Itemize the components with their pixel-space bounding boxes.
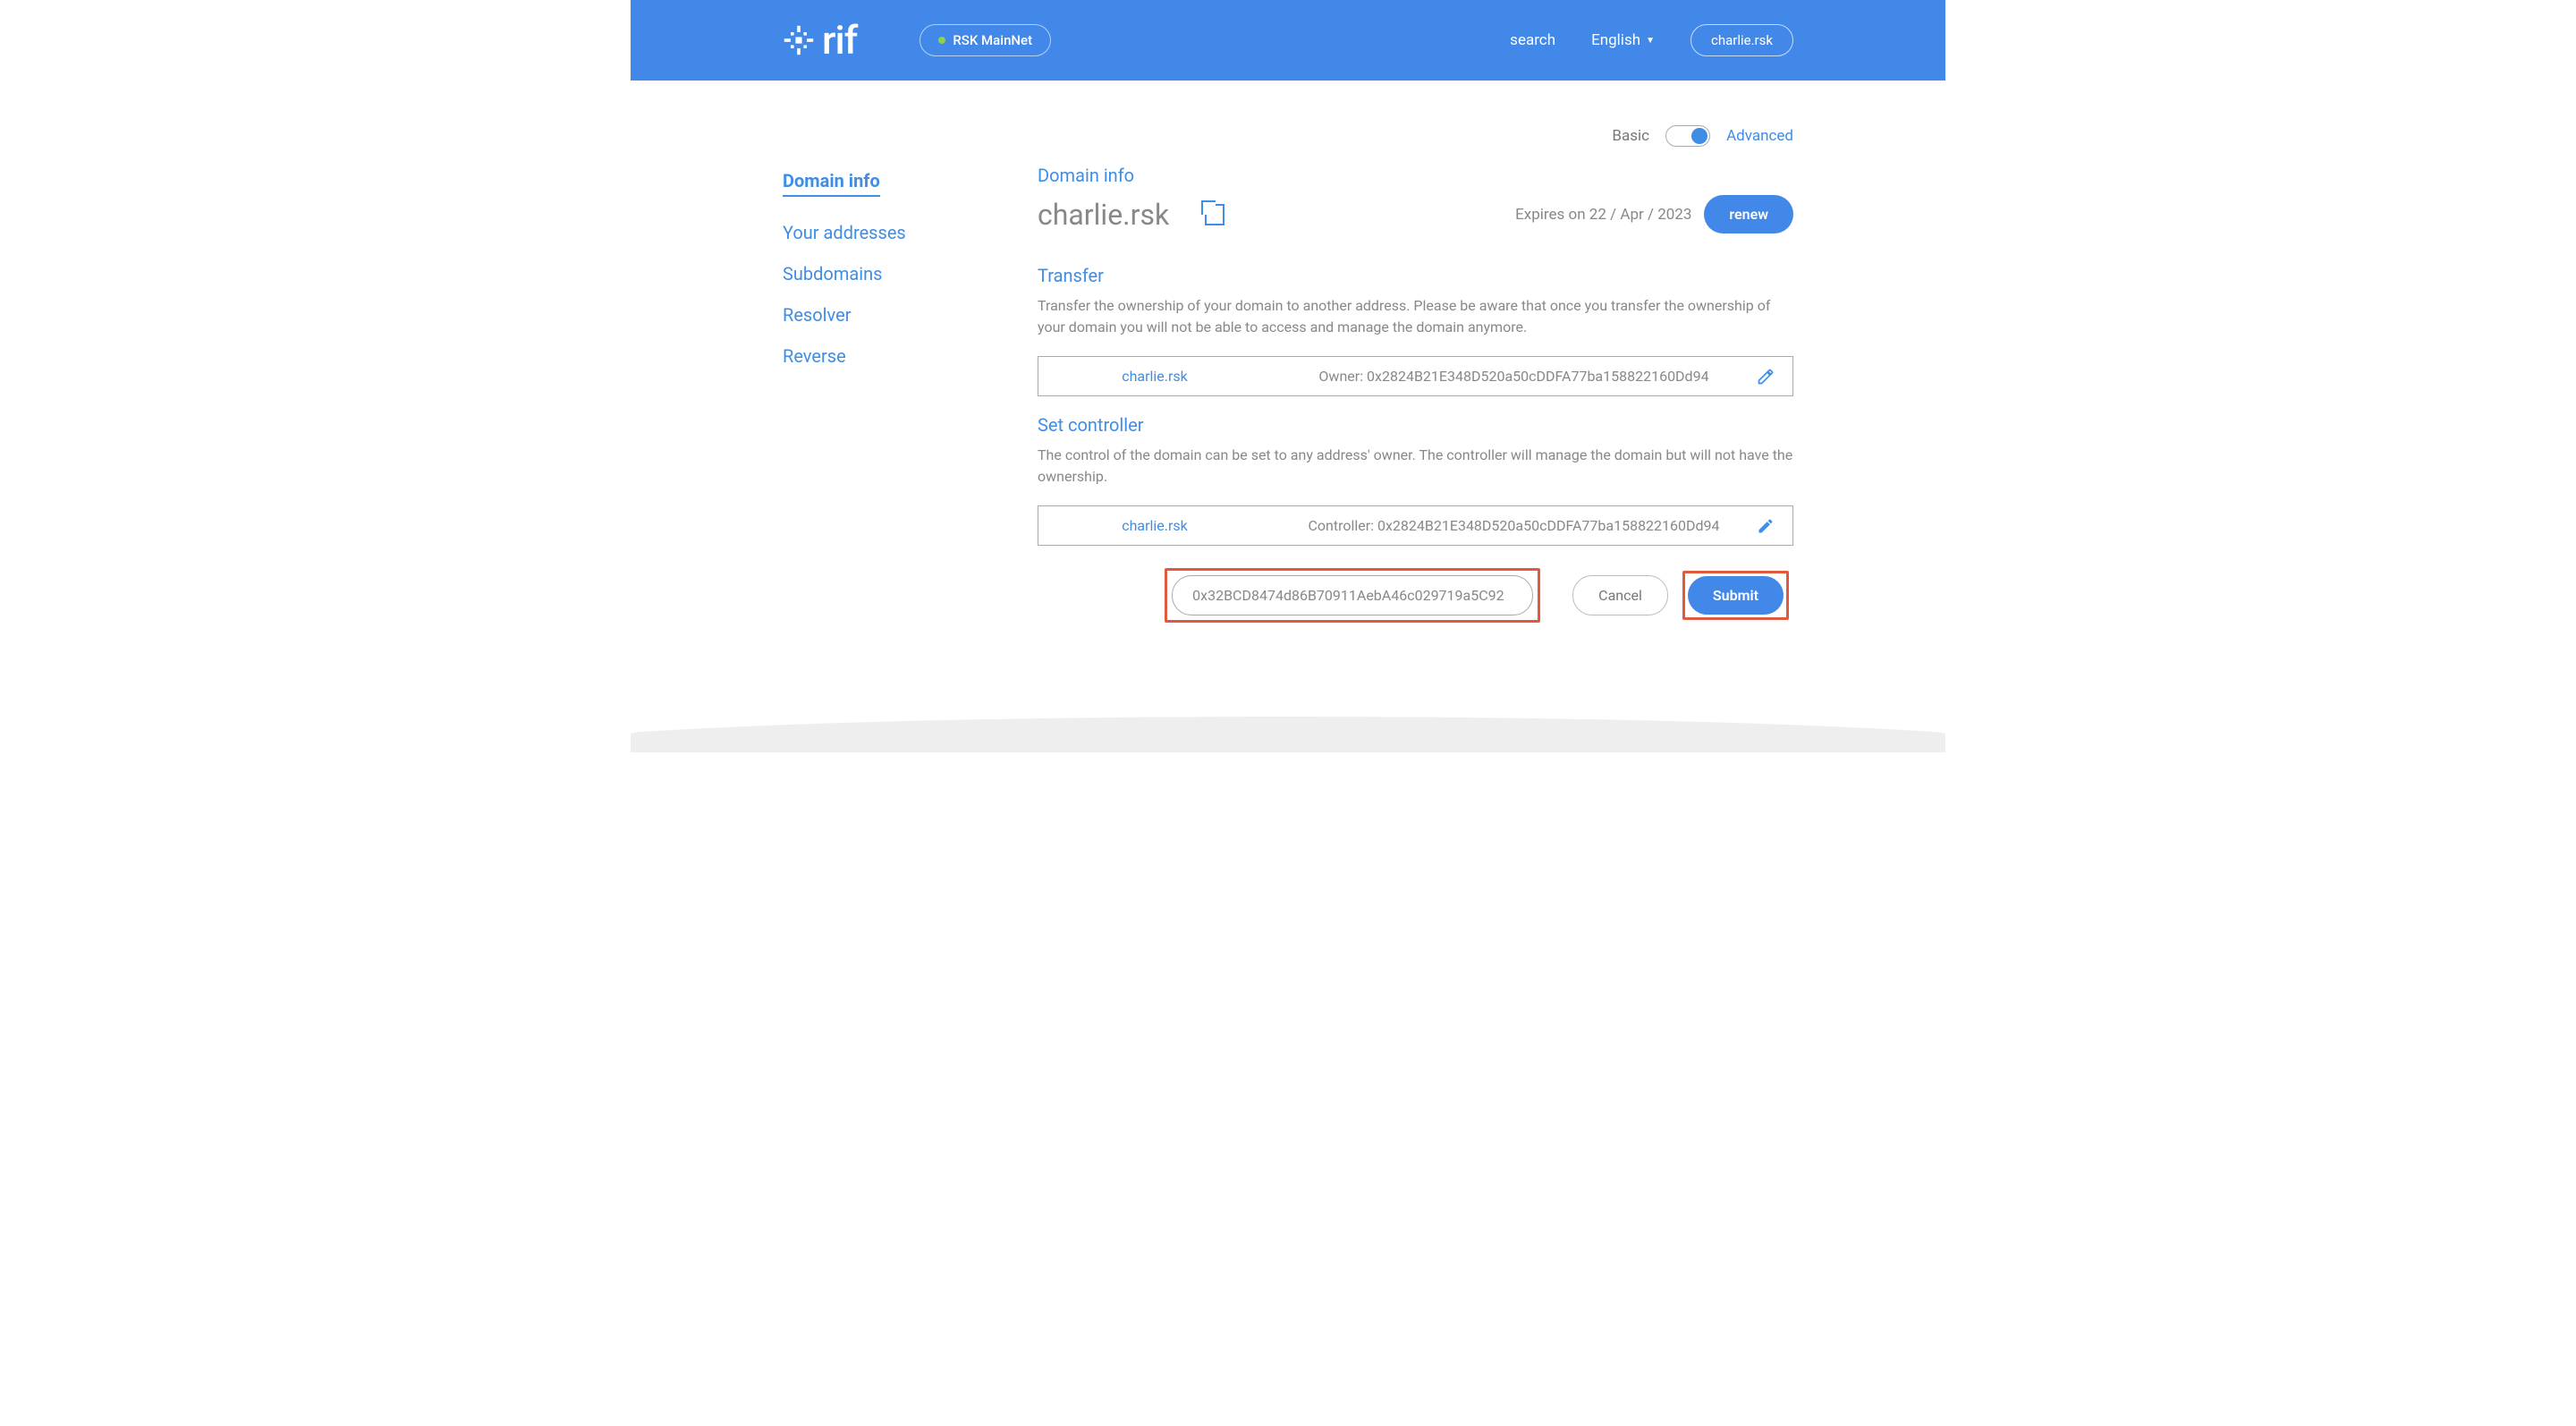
expiry-text: Expires on 22 / Apr / 2023 [1515,206,1691,224]
network-selector[interactable]: RSK MainNet [919,24,1051,56]
mode-basic-label[interactable]: Basic [1612,127,1649,145]
sidebar-item-subdomains[interactable]: Subdomains [783,263,930,284]
mode-toggle: Basic Advanced [1038,125,1793,147]
controller-address-input[interactable] [1172,575,1533,615]
controller-domain-label: charlie.rsk [1056,517,1253,534]
logo-text: rif [822,17,857,64]
domain-info-title: Domain info [1038,165,1793,186]
sidebar: Domain info Your addresses Subdomains Re… [783,125,930,627]
toggle-knob [1691,128,1707,144]
expiry-wrap: Expires on 22 / Apr / 2023 renew [1515,195,1793,233]
mode-advanced-label[interactable]: Advanced [1726,127,1793,145]
search-link[interactable]: search [1510,31,1555,49]
submit-button[interactable]: Submit [1688,576,1784,615]
address-input-highlight [1165,568,1540,623]
header-right: search English ▼ charlie.rsk [1510,24,1793,56]
renew-button[interactable]: renew [1704,195,1793,233]
logo[interactable]: rif [783,17,857,64]
content: Domain info Your addresses Subdomains Re… [631,81,1945,627]
user-pill[interactable]: charlie.rsk [1690,24,1793,56]
controller-value: Controller: 0x2824B21E348D520a50cDDFA77b… [1253,517,1775,534]
transfer-owner-value: Owner: 0x2824B21E348D520a50cDDFA77ba1588… [1253,368,1775,385]
domain-name: charlie.rsk [1038,198,1169,232]
sidebar-item-reverse[interactable]: Reverse [783,345,930,367]
edit-icon[interactable] [1757,368,1775,386]
set-controller-title: Set controller [1038,414,1793,436]
mode-toggle-switch[interactable] [1665,125,1710,147]
transfer-description: Transfer the ownership of your domain to… [1038,295,1793,338]
sidebar-item-domain-info[interactable]: Domain info [783,170,880,197]
footer-curve [631,717,1945,752]
header-left: rif RSK MainNet [783,17,1051,64]
sidebar-item-your-addresses[interactable]: Your addresses [783,222,930,243]
transfer-row: charlie.rsk Owner: 0x2824B21E348D520a50c… [1038,356,1793,396]
controller-action-row: Cancel Submit [1038,564,1793,627]
language-selector[interactable]: English ▼ [1591,31,1655,49]
logo-icon [783,24,815,56]
transfer-title: Transfer [1038,265,1793,286]
main: Basic Advanced Domain info charlie.rsk E… [1038,125,1793,627]
status-dot-icon [938,37,945,44]
network-label: RSK MainNet [953,32,1032,48]
domain-row: charlie.rsk Expires on 22 / Apr / 2023 r… [1038,195,1793,233]
copy-icon[interactable] [1205,204,1224,225]
domain-name-wrap: charlie.rsk [1038,198,1224,232]
transfer-domain-label: charlie.rsk [1056,368,1253,385]
sidebar-item-resolver[interactable]: Resolver [783,304,930,326]
controller-row: charlie.rsk Controller: 0x2824B21E348D52… [1038,505,1793,546]
header: rif RSK MainNet search English ▼ charlie… [631,0,1945,81]
submit-button-highlight: Submit [1682,571,1789,620]
user-label: charlie.rsk [1711,32,1773,48]
cancel-button[interactable]: Cancel [1572,575,1668,615]
edit-icon[interactable] [1757,517,1775,535]
language-label: English [1591,31,1640,49]
caret-down-icon: ▼ [1646,36,1655,46]
set-controller-description: The control of the domain can be set to … [1038,445,1793,488]
